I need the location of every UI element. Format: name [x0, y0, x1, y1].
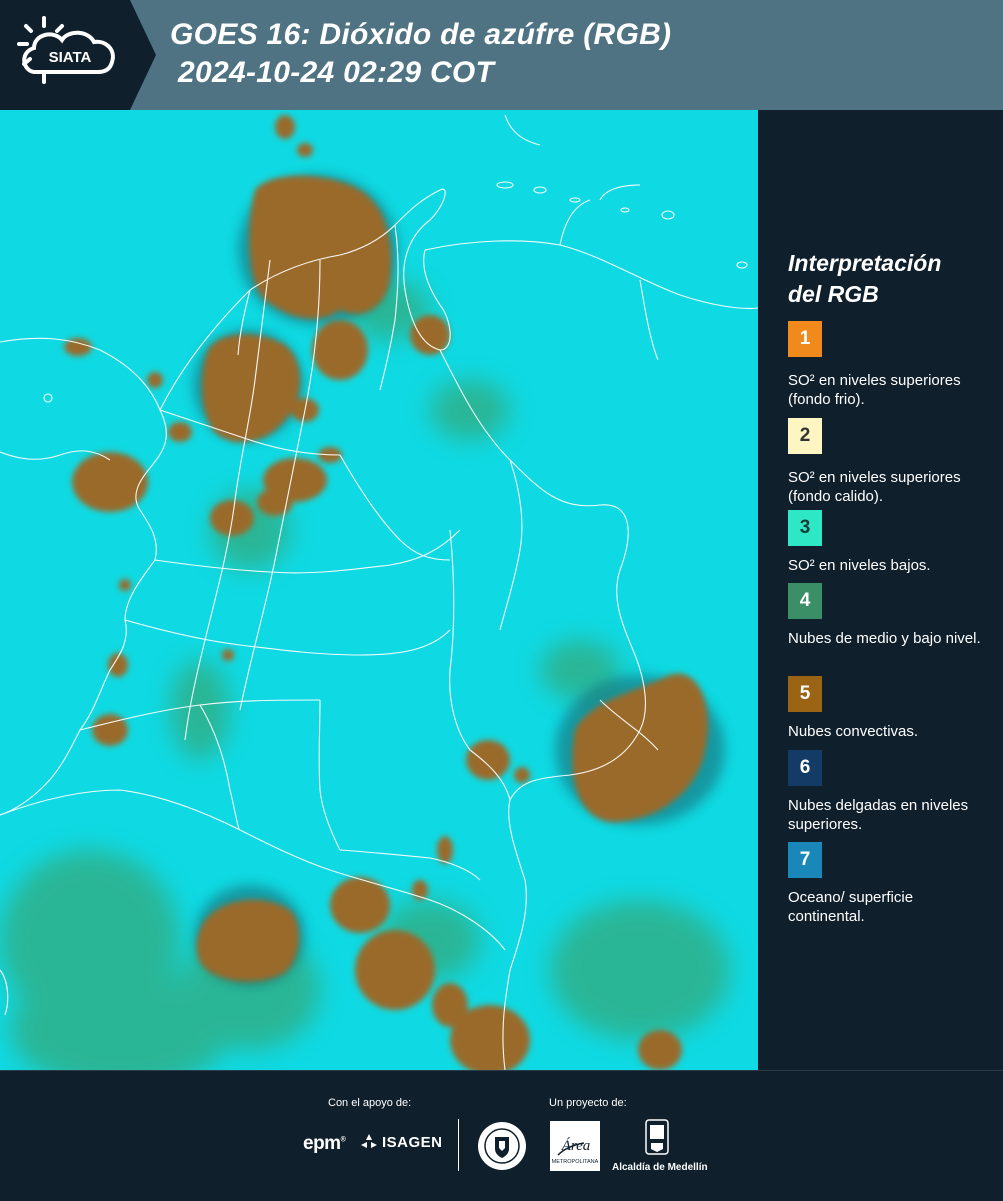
legend-swatch-3: 3 [788, 510, 822, 546]
logo-arrow-shape [130, 0, 156, 110]
legend-desc-2: SO² en niveles superiores (fondo calido)… [788, 469, 961, 505]
support-label: Con el apoyo de: [328, 1097, 412, 1109]
epm-logo-text: epm [303, 1133, 341, 1154]
footer: Con el apoyo de: Un proyecto de: epm® IS… [0, 1070, 1003, 1201]
epm-logo[interactable]: epm® [303, 1133, 346, 1155]
legend-desc-3: SO² en niveles bajos. [788, 557, 931, 574]
isagen-logo-text: ISAGEN [382, 1133, 443, 1151]
area-metropolitana-mark-icon: Área METROPOLITANA [550, 1121, 600, 1171]
legend-swatch-7: 7 [788, 842, 822, 878]
legend-item-4: 4 Nubes de medio y bajo nivel. [788, 583, 988, 648]
page-title: GOES 16: Dióxido de azúfre (RGB) 2024-10… [170, 16, 671, 92]
satellite-map[interactable] [0, 110, 758, 1070]
title-line-2: 2024-10-24 02:29 COT [178, 56, 495, 89]
legend-item-5: 5 Nubes convectivas. [788, 676, 988, 741]
legend-title-line-2: del RGB [788, 281, 879, 307]
legend-swatch-4: 4 [788, 583, 822, 619]
legend-swatch-5: 5 [788, 676, 822, 712]
isagen-logo[interactable]: ISAGEN [360, 1133, 443, 1151]
title-line-1: GOES 16: Dióxido de azúfre (RGB) [170, 18, 672, 51]
legend-desc-7: Oceano/ superficie continental. [788, 889, 914, 925]
legend-item-1: 1 SO² en niveles superiores (fondo frio)… [788, 321, 988, 409]
legend-item-2: 2 SO² en niveles superiores (fondo calid… [788, 418, 988, 506]
legend-swatch-1: 1 [788, 321, 822, 357]
area-logo-subtext: METROPOLITANA [552, 1159, 599, 1165]
legend-item-3: 3 SO² en niveles bajos. [788, 510, 988, 575]
legend-panel: Interpretación del RGB 1 SO² en niveles … [758, 110, 1003, 1070]
legend-desc-1: SO² en niveles superiores (fondo frio). [788, 372, 961, 408]
area-logo-text: Área [561, 1137, 591, 1154]
legend-swatch-6: 6 [788, 750, 822, 786]
legend-title-line-1: Interpretación [788, 250, 942, 276]
project-label: Un proyecto de: [549, 1097, 627, 1109]
footer-divider [458, 1119, 459, 1171]
siata-logo[interactable]: SIATA [0, 0, 130, 110]
alcaldia-logo-text: Alcaldía de Medellín [612, 1162, 708, 1173]
map-svg [0, 110, 758, 1070]
legend-desc-5: Nubes convectivas. [788, 723, 919, 740]
area-metropolitana-logo[interactable]: Área METROPOLITANA [550, 1121, 600, 1176]
header: SIATA GOES 16: Dióxido de azúfre (RGB) 2… [0, 0, 1003, 110]
alcaldia-shield-icon [645, 1119, 669, 1155]
legend-desc-6: Nubes delgadas en niveles superiores. [788, 797, 969, 833]
legend-swatch-2: 2 [788, 418, 822, 454]
legend-desc-4: Nubes de medio y bajo nivel. [788, 630, 981, 647]
legend-title: Interpretación del RGB [788, 248, 988, 310]
siata-sun-cloud-icon: SIATA [17, 16, 115, 84]
legend-item-6: 6 Nubes delgadas en niveles superiores. [788, 750, 988, 834]
medellin-seal-icon[interactable] [477, 1121, 527, 1171]
siata-logo-text: SIATA [49, 49, 92, 66]
legend-item-7: 7 Oceano/ superficie continental. [788, 842, 988, 926]
alcaldia-medellin-logo[interactable]: Alcaldía de Medellín [612, 1119, 708, 1173]
isagen-mark-icon [361, 1134, 377, 1148]
